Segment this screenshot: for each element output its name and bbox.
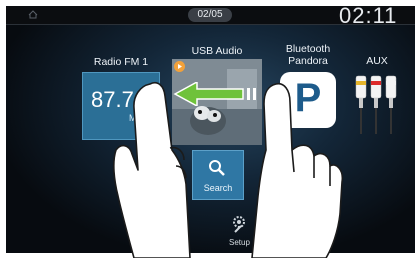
right-hand bbox=[251, 82, 344, 258]
left-hand bbox=[113, 81, 191, 258]
gesture-hands-illustration bbox=[113, 81, 344, 258]
